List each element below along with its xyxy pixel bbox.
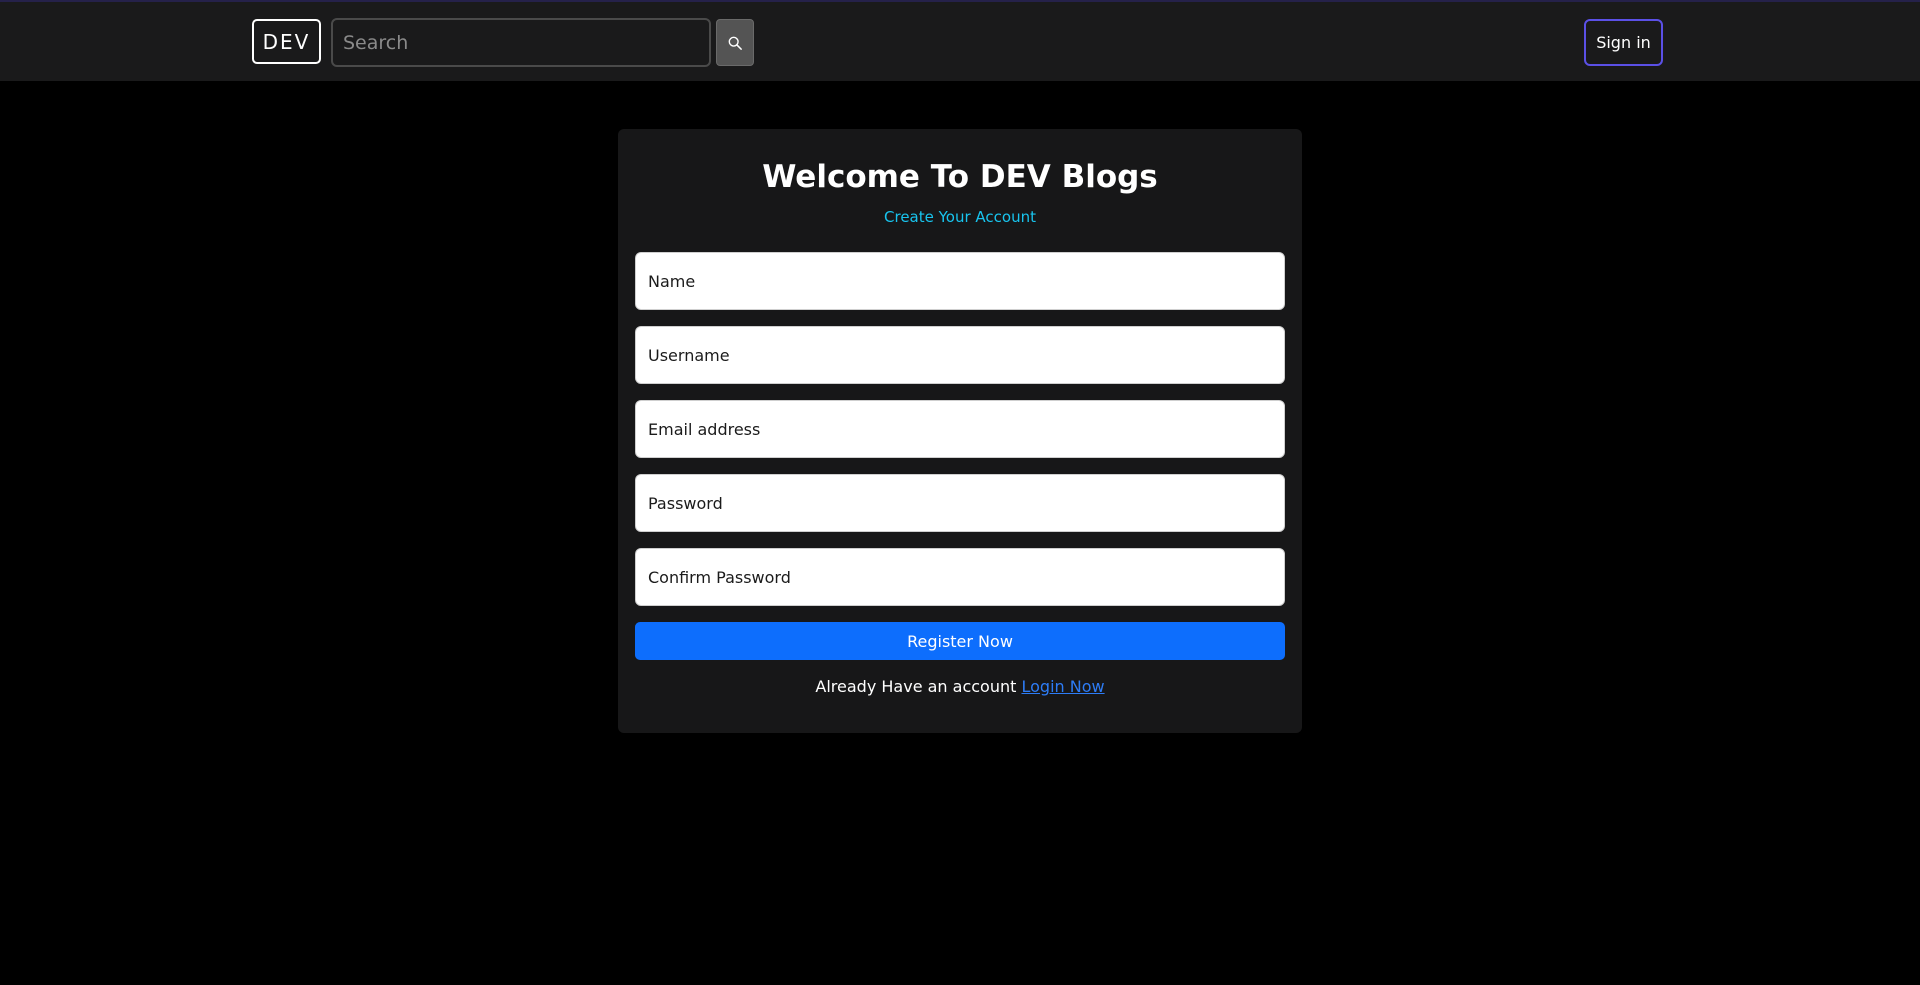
- top-navbar: DEV Sign in: [0, 0, 1920, 81]
- login-link[interactable]: Login Now: [1021, 677, 1104, 696]
- register-button[interactable]: Register Now: [635, 622, 1285, 660]
- search-input[interactable]: [331, 18, 711, 67]
- search-icon: [728, 36, 742, 50]
- page-subtitle: Create Your Account: [884, 208, 1036, 226]
- password-field[interactable]: [635, 474, 1285, 532]
- email-field[interactable]: [635, 400, 1285, 458]
- login-prompt-row: Already Have an account Login Now: [618, 677, 1302, 696]
- username-field[interactable]: [635, 326, 1285, 384]
- confirm-password-field[interactable]: [635, 548, 1285, 606]
- page-title: Welcome To DEV Blogs: [762, 159, 1158, 195]
- search-button[interactable]: [716, 19, 754, 66]
- dev-logo[interactable]: DEV: [252, 19, 321, 64]
- register-card: Welcome To DEV Blogs Create Your Account…: [618, 129, 1302, 733]
- sign-in-button[interactable]: Sign in: [1584, 19, 1663, 66]
- login-prompt-text: Already Have an account: [815, 677, 1017, 696]
- name-field[interactable]: [635, 252, 1285, 310]
